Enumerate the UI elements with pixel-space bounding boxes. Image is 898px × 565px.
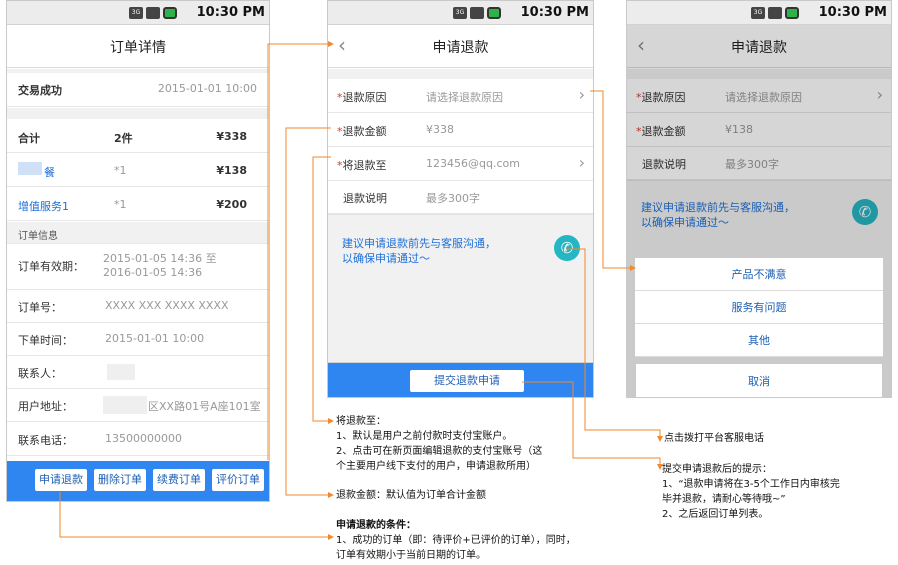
annotation-line: 1、成功的订单（即：待评价+已评价的订单），同时，	[336, 535, 576, 546]
annotation-line: 2、之后返回订单列表。	[662, 509, 769, 520]
connector-refund-flow	[267, 43, 330, 460]
annotation-line: 个主要用户线下支付的用户，申请退款所用）	[336, 461, 536, 472]
annotation-line: 1、“退款申请将在3-5个工作日内审核完	[662, 479, 840, 490]
connector-account	[312, 156, 331, 422]
connector-conditions	[59, 492, 330, 538]
annotation-title: 申请退款的条件：	[336, 520, 416, 531]
annotation-line: 1、默认是用户之前付款时支付宝账户。	[336, 431, 513, 442]
annotation-title: 提交申请退款后的提示：	[662, 464, 772, 475]
annotation-line: 毕并退款，请耐心等待哦~”	[662, 494, 786, 505]
annotation-line: 2、点击可在新页面编辑退款的支付宝账号（这	[336, 446, 543, 457]
connector-call	[566, 248, 661, 438]
annotation-call-service: 点击拨打平台客服电话	[664, 433, 764, 444]
connector-submit	[522, 381, 661, 466]
annotation-line: 订单有效期小于当前日期的订单。	[336, 550, 486, 561]
connector-reason-sheet	[590, 90, 632, 269]
annotation-refund-amount: 退款金额：默认值为订单合计金额	[336, 490, 486, 501]
connector-amount	[285, 127, 331, 496]
annotation-refund-account: 将退款至： 1、默认是用户之前付款时支付宝账户。 2、点击可在新页面编辑退款的支…	[336, 414, 542, 474]
annotation-submit-tip: 提交申请退款后的提示： 1、“退款申请将在3-5个工作日内审核完 毕并退款，请耐…	[662, 462, 840, 522]
annotation-title: 将退款至：	[336, 416, 386, 427]
annotation-refund-conditions: 申请退款的条件： 1、成功的订单（即：待评价+已评价的订单），同时， 订单有效期…	[336, 518, 576, 563]
